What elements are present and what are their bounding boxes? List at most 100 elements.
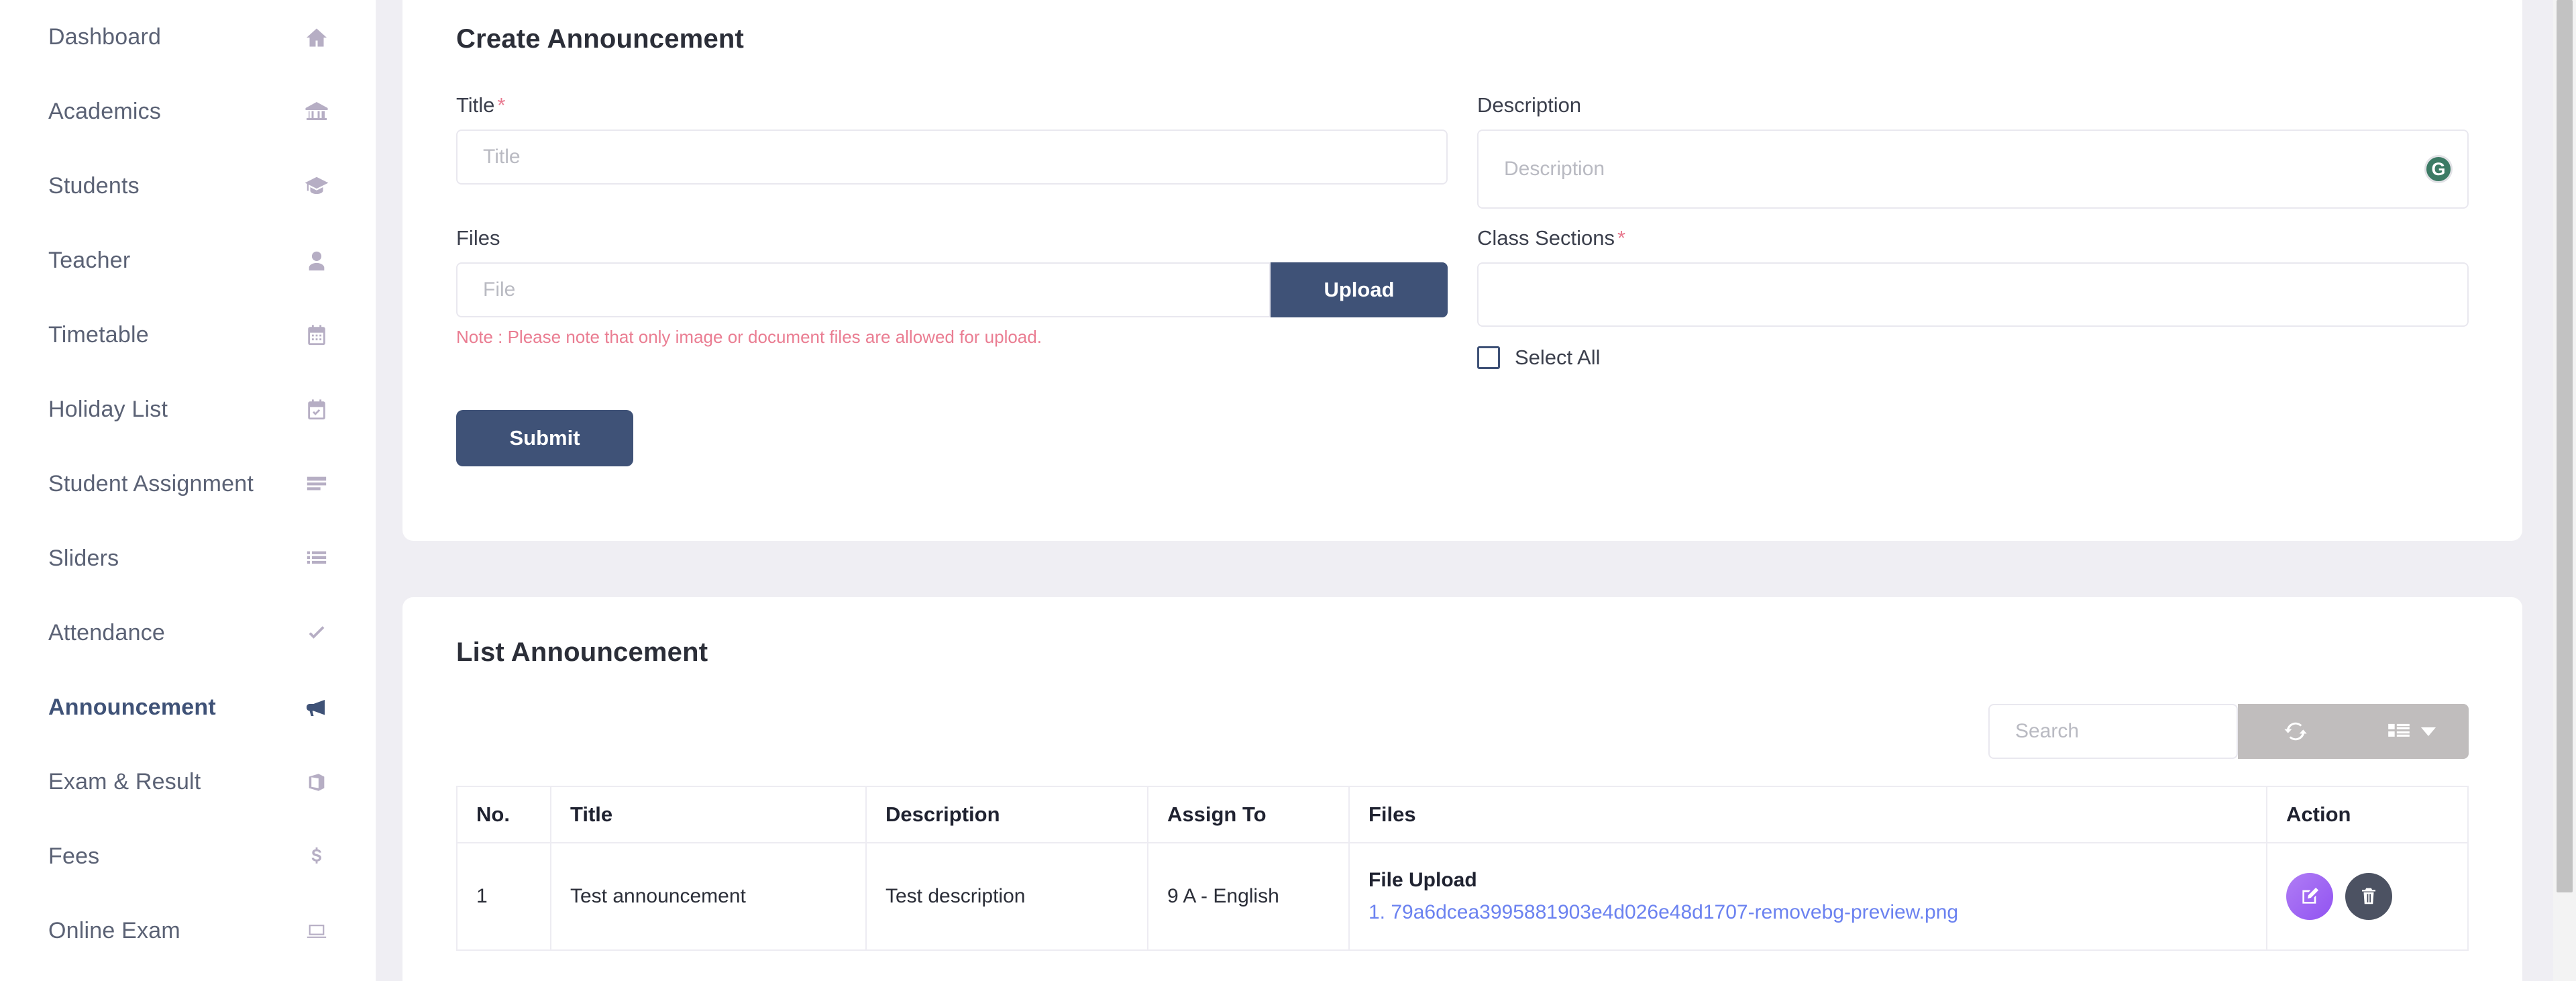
laptop-icon bbox=[298, 920, 335, 943]
select-all-row: Select All bbox=[1477, 346, 2469, 370]
list-lines-icon bbox=[298, 473, 335, 496]
sidebar-item-label: Students bbox=[48, 173, 140, 199]
class-sections-label: Class Sections* bbox=[1477, 226, 2469, 250]
sidebar-item-label: Teacher bbox=[48, 248, 130, 274]
sidebar-item-academics[interactable]: Academics bbox=[0, 74, 376, 149]
graduation-cap-icon bbox=[298, 174, 335, 199]
calendar-grid-icon bbox=[298, 324, 335, 347]
sidebar-item-teacher[interactable]: Teacher bbox=[0, 223, 376, 298]
chevron-down-icon[interactable] bbox=[2421, 727, 2436, 736]
home-icon bbox=[298, 25, 335, 50]
sidebar-item-student-assignment[interactable]: Student Assignment bbox=[0, 447, 376, 521]
required-marker: * bbox=[1617, 226, 1625, 250]
description-input-wrap: G bbox=[1477, 130, 2469, 209]
required-marker: * bbox=[497, 93, 505, 117]
title-field-group: Title* bbox=[456, 93, 1448, 209]
list-bullet-icon bbox=[298, 548, 335, 570]
table-toolbar bbox=[456, 704, 2469, 759]
sidebar-item-students[interactable]: Students bbox=[0, 149, 376, 223]
column-header-assign-to: Assign To bbox=[1148, 786, 1349, 843]
select-all-label: Select All bbox=[1515, 346, 1601, 370]
refresh-icon[interactable] bbox=[2238, 704, 2353, 759]
file-link[interactable]: 1. 79a6dcea3995881903e4d026e48d1707-remo… bbox=[1368, 901, 1958, 923]
user-icon bbox=[298, 250, 335, 272]
table-head: No. Title Description Assign To Files Ac… bbox=[457, 786, 2468, 843]
description-label: Description bbox=[1477, 93, 2469, 117]
sidebar-item-dashboard[interactable]: Dashboard bbox=[0, 0, 376, 74]
main-content: Create Announcement Title* Description G bbox=[376, 0, 2576, 981]
announcement-table: No. Title Description Assign To Files Ac… bbox=[456, 786, 2469, 951]
sidebar-item-label: Academics bbox=[48, 99, 161, 125]
table-body: 1 Test announcement Test description 9 A… bbox=[457, 843, 2468, 950]
sidebar-item-attendance[interactable]: Attendance bbox=[0, 596, 376, 670]
page-scrollbar[interactable] bbox=[2553, 0, 2576, 981]
table-row: 1 Test announcement Test description 9 A… bbox=[457, 843, 2468, 950]
list-title: List Announcement bbox=[456, 637, 2469, 668]
sidebar-item-label: Timetable bbox=[48, 322, 149, 348]
bank-icon bbox=[298, 100, 335, 124]
list-announcement-card: List Announcement No. T bbox=[402, 597, 2522, 981]
dollar-icon bbox=[298, 845, 335, 868]
grammarly-icon[interactable]: G bbox=[2424, 155, 2453, 183]
column-header-no: No. bbox=[457, 786, 551, 843]
cell-files: File Upload 1. 79a6dcea3995881903e4d026e… bbox=[1349, 843, 2267, 950]
files-field-group: Files Upload Note : Please note that onl… bbox=[456, 226, 1448, 370]
title-label-text: Title bbox=[456, 93, 494, 117]
search-input[interactable] bbox=[1988, 704, 2238, 759]
sidebar-item-label: Attendance bbox=[48, 620, 165, 646]
description-field-group: Description G bbox=[1477, 93, 2469, 209]
create-form: Title* Description G Files bbox=[456, 93, 2469, 370]
submit-button[interactable]: Submit bbox=[456, 410, 633, 466]
sidebar-item-label: Holiday List bbox=[48, 397, 168, 423]
cell-action bbox=[2267, 843, 2468, 950]
sidebar-item-label: Fees bbox=[48, 843, 99, 870]
file-upload-label: File Upload bbox=[1368, 869, 2247, 892]
file-note: Note : Please note that only image or do… bbox=[456, 327, 1448, 348]
file-input-row: Upload bbox=[456, 262, 1448, 317]
title-label: Title* bbox=[456, 93, 1448, 117]
cell-title: Test announcement bbox=[551, 843, 866, 950]
sidebar-item-sliders[interactable]: Sliders bbox=[0, 521, 376, 596]
title-input[interactable] bbox=[456, 130, 1448, 185]
description-input[interactable] bbox=[1477, 130, 2469, 209]
edit-icon[interactable] bbox=[2286, 873, 2333, 920]
class-sections-field-group: Class Sections* Select All bbox=[1477, 226, 2469, 370]
sidebar-item-exam-result[interactable]: Exam & Result bbox=[0, 745, 376, 819]
sidebar-item-fees[interactable]: Fees bbox=[0, 819, 376, 894]
table-header-row: No. Title Description Assign To Files Ac… bbox=[457, 786, 2468, 843]
cell-assign-to: 9 A - English bbox=[1148, 843, 1349, 950]
select-all-checkbox[interactable] bbox=[1477, 346, 1500, 369]
calendar-check-icon bbox=[298, 399, 335, 421]
upload-button[interactable]: Upload bbox=[1271, 262, 1448, 317]
book-icon bbox=[298, 771, 335, 794]
sidebar-item-holiday-list[interactable]: Holiday List bbox=[0, 372, 376, 447]
sidebar: Dashboard Academics Students Teacher Tim bbox=[0, 0, 376, 981]
page-title: Create Announcement bbox=[456, 24, 2469, 54]
sidebar-item-online-exam[interactable]: Online Exam bbox=[0, 894, 376, 968]
class-sections-label-text: Class Sections bbox=[1477, 226, 1615, 250]
sidebar-item-announcement[interactable]: Announcement bbox=[0, 670, 376, 745]
column-header-files: Files bbox=[1349, 786, 2267, 843]
trash-icon[interactable] bbox=[2345, 873, 2392, 920]
sidebar-item-label: Sliders bbox=[48, 546, 119, 572]
columns-icon[interactable] bbox=[2353, 704, 2469, 759]
action-buttons bbox=[2286, 873, 2449, 920]
files-label: Files bbox=[456, 226, 1448, 250]
sidebar-item-label: Dashboard bbox=[48, 24, 161, 50]
class-sections-multiselect[interactable] bbox=[1477, 262, 2469, 327]
sidebar-item-timetable[interactable]: Timetable bbox=[0, 298, 376, 372]
file-input[interactable] bbox=[456, 262, 1271, 317]
sidebar-item-label: Student Assignment bbox=[48, 471, 254, 497]
sidebar-item-label: Online Exam bbox=[48, 918, 180, 944]
scrollbar-thumb[interactable] bbox=[2557, 0, 2573, 892]
check-icon bbox=[298, 621, 335, 646]
cell-description: Test description bbox=[866, 843, 1148, 950]
column-header-title: Title bbox=[551, 786, 866, 843]
column-header-action: Action bbox=[2267, 786, 2468, 843]
app-root: Dashboard Academics Students Teacher Tim bbox=[0, 0, 2576, 981]
sidebar-item-label: Announcement bbox=[48, 694, 216, 721]
megaphone-icon bbox=[298, 696, 335, 720]
sidebar-item-label: Exam & Result bbox=[48, 769, 201, 795]
cell-no: 1 bbox=[457, 843, 551, 950]
table-tool-group bbox=[2238, 704, 2469, 759]
